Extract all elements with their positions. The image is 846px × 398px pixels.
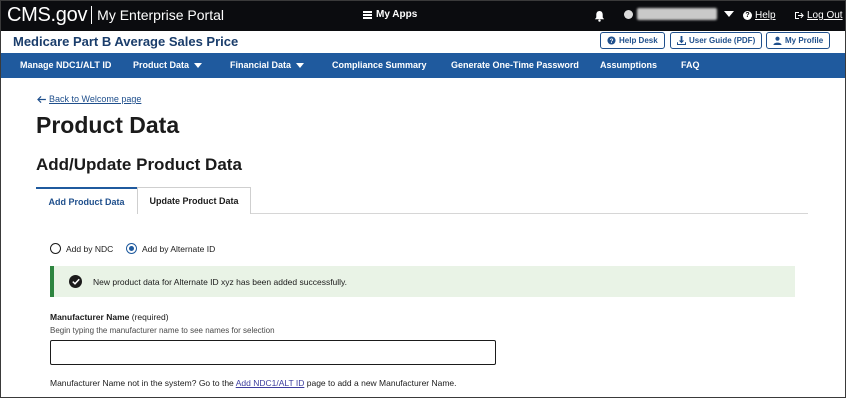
radio-add-by-alternate-id[interactable]: Add by Alternate ID bbox=[126, 243, 215, 254]
app-title-bar: Medicare Part B Average Sales Price ? He… bbox=[0, 31, 846, 53]
logout-label: Log Out bbox=[807, 10, 843, 21]
add-ndc-alt-id-link[interactable]: Add NDC1/ALT ID bbox=[236, 378, 305, 388]
user-guide-label: User Guide (PDF) bbox=[689, 36, 756, 45]
note-prefix: Manufacturer Name not in the system? Go … bbox=[50, 378, 234, 388]
nav-label: Product Data bbox=[133, 60, 190, 70]
required-indicator: (required) bbox=[131, 312, 169, 322]
manufacturer-note: Manufacturer Name not in the system? Go … bbox=[50, 378, 457, 388]
redacted-username bbox=[637, 8, 717, 20]
svg-text:?: ? bbox=[610, 38, 614, 45]
help-desk-label: Help Desk bbox=[619, 36, 658, 45]
grid-icon bbox=[363, 10, 372, 19]
download-icon bbox=[677, 36, 686, 45]
nav-label: FAQ bbox=[681, 60, 700, 70]
main-nav: Manage NDC1/ALT ID Product Data Financia… bbox=[0, 53, 846, 78]
nav-financial-data[interactable]: Financial Data bbox=[230, 60, 305, 70]
my-apps-button[interactable]: My Apps bbox=[363, 9, 417, 20]
chevron-down-icon bbox=[296, 62, 305, 68]
manufacturer-name-input[interactable] bbox=[50, 340, 496, 365]
radio-add-by-ndc[interactable]: Add by NDC bbox=[50, 243, 113, 254]
help-link[interactable]: ? Help bbox=[743, 10, 776, 21]
page-title: Product Data bbox=[36, 112, 180, 138]
radio-circle-selected[interactable] bbox=[126, 243, 137, 254]
nav-assumptions[interactable]: Assumptions bbox=[600, 60, 657, 70]
nav-label: Compliance Summary bbox=[332, 60, 427, 70]
radio-circle[interactable] bbox=[50, 243, 61, 254]
tab-update-product-data[interactable]: Update Product Data bbox=[137, 187, 251, 214]
chevron-down-icon bbox=[194, 62, 203, 68]
check-circle-icon bbox=[69, 275, 82, 288]
manufacturer-label: Manufacturer Name (required) bbox=[50, 312, 169, 322]
section-title: Add/Update Product Data bbox=[36, 155, 242, 174]
manufacturer-hint: Begin typing the manufacturer name to se… bbox=[50, 326, 275, 335]
radio-label: Add by NDC bbox=[66, 243, 114, 254]
top-header-bar: CMS.gov My Enterprise Portal My Apps ? H… bbox=[0, 0, 846, 31]
nav-faq[interactable]: FAQ bbox=[681, 60, 700, 70]
brand[interactable]: CMS.gov My Enterprise Portal bbox=[7, 4, 224, 26]
note-suffix: page to add a new Manufacturer Name. bbox=[306, 378, 457, 388]
help-desk-button[interactable]: ? Help Desk bbox=[600, 32, 665, 49]
user-menu[interactable] bbox=[624, 8, 734, 20]
nav-label: Assumptions bbox=[600, 60, 658, 70]
back-link-label: Back to Welcome page bbox=[49, 94, 142, 104]
arrow-left-icon bbox=[37, 95, 46, 103]
nav-product-data[interactable]: Product Data bbox=[133, 60, 203, 70]
nav-generate-otp[interactable]: Generate One-Time Password bbox=[451, 60, 579, 70]
alert-message: New product data for Alternate ID xyz ha… bbox=[93, 276, 348, 287]
portal-name[interactable]: My Enterprise Portal bbox=[97, 7, 224, 23]
nav-manage-ndc[interactable]: Manage NDC1/ALT ID bbox=[20, 60, 111, 70]
question-circle-icon: ? bbox=[607, 36, 616, 45]
nav-label: Manage NDC1/ALT ID bbox=[20, 60, 112, 70]
bell-icon[interactable] bbox=[594, 10, 605, 22]
cms-logo[interactable]: CMS.gov bbox=[7, 4, 87, 27]
user-guide-button[interactable]: User Guide (PDF) bbox=[670, 32, 763, 49]
nav-compliance-summary[interactable]: Compliance Summary bbox=[332, 60, 427, 70]
help-icon: ? bbox=[743, 11, 752, 20]
success-alert: New product data for Alternate ID xyz ha… bbox=[50, 266, 795, 297]
brand-divider bbox=[91, 6, 93, 24]
radio-label: Add by Alternate ID bbox=[142, 243, 216, 254]
my-profile-label: My Profile bbox=[785, 36, 824, 45]
tab-add-product-data[interactable]: Add Product Data bbox=[36, 187, 137, 214]
manufacturer-label-text: Manufacturer Name bbox=[50, 312, 130, 322]
logout-link[interactable]: Log Out bbox=[794, 10, 843, 21]
my-apps-label: My Apps bbox=[376, 9, 418, 20]
help-label: Help bbox=[755, 10, 776, 21]
chevron-down-icon bbox=[724, 11, 734, 17]
nav-label: Financial Data bbox=[230, 60, 292, 70]
my-profile-button[interactable]: My Profile bbox=[766, 32, 831, 49]
user-icon bbox=[624, 9, 633, 19]
nav-label: Generate One-Time Password bbox=[451, 60, 579, 70]
person-icon bbox=[773, 36, 782, 45]
app-title: Medicare Part B Average Sales Price bbox=[13, 34, 239, 49]
logout-icon bbox=[795, 12, 804, 19]
back-link[interactable]: Back to Welcome page bbox=[37, 94, 141, 104]
